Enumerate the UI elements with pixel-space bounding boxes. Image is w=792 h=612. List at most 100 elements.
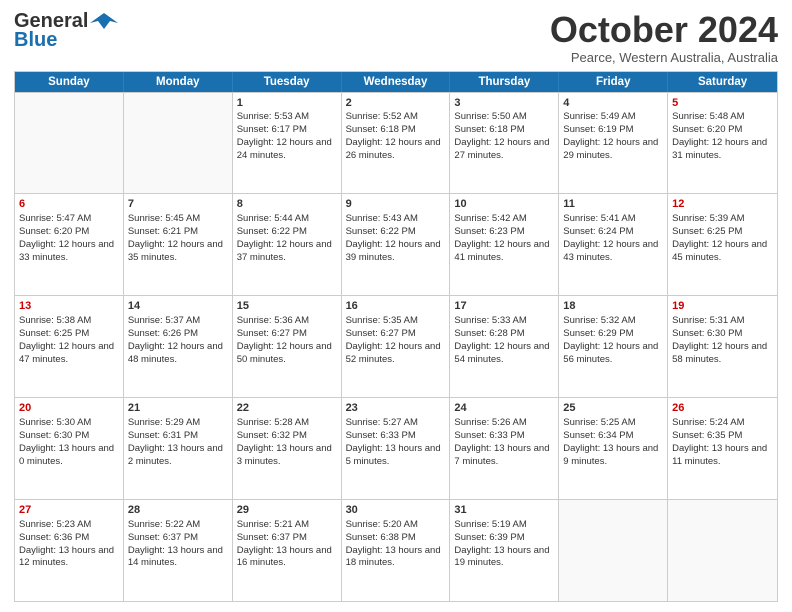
calendar-cell: 16Sunrise: 5:35 AMSunset: 6:27 PMDayligh… [342, 296, 451, 397]
day-info: Sunset: 6:29 PM [563, 328, 663, 341]
calendar-cell: 12Sunrise: 5:39 AMSunset: 6:25 PMDayligh… [668, 194, 777, 295]
calendar-cell: 13Sunrise: 5:38 AMSunset: 6:25 PMDayligh… [15, 296, 124, 397]
day-info: Daylight: 12 hours and 41 minutes. [454, 239, 554, 265]
day-info: Sunset: 6:36 PM [19, 532, 119, 545]
day-info: Sunset: 6:35 PM [672, 430, 773, 443]
day-number: 7 [128, 197, 228, 212]
day-info: Daylight: 12 hours and 45 minutes. [672, 239, 773, 265]
day-info: Daylight: 12 hours and 56 minutes. [563, 341, 663, 367]
day-info: Daylight: 12 hours and 58 minutes. [672, 341, 773, 367]
day-number: 13 [19, 299, 119, 314]
day-info: Sunset: 6:30 PM [672, 328, 773, 341]
day-number: 21 [128, 401, 228, 416]
day-number: 24 [454, 401, 554, 416]
calendar-week-4: 20Sunrise: 5:30 AMSunset: 6:30 PMDayligh… [15, 397, 777, 499]
day-info: Sunrise: 5:26 AM [454, 417, 554, 430]
day-info: Sunset: 6:25 PM [672, 226, 773, 239]
calendar-body: 1Sunrise: 5:53 AMSunset: 6:17 PMDaylight… [15, 92, 777, 601]
day-info: Sunrise: 5:45 AM [128, 213, 228, 226]
day-info: Daylight: 12 hours and 43 minutes. [563, 239, 663, 265]
day-info: Daylight: 13 hours and 7 minutes. [454, 443, 554, 469]
calendar-cell: 11Sunrise: 5:41 AMSunset: 6:24 PMDayligh… [559, 194, 668, 295]
day-info: Sunrise: 5:19 AM [454, 519, 554, 532]
day-number: 28 [128, 503, 228, 518]
day-info: Daylight: 13 hours and 0 minutes. [19, 443, 119, 469]
day-info: Daylight: 12 hours and 37 minutes. [237, 239, 337, 265]
day-info: Sunset: 6:19 PM [563, 124, 663, 137]
calendar-cell [559, 500, 668, 601]
day-info: Daylight: 12 hours and 31 minutes. [672, 137, 773, 163]
day-info: Daylight: 12 hours and 33 minutes. [19, 239, 119, 265]
calendar-cell: 26Sunrise: 5:24 AMSunset: 6:35 PMDayligh… [668, 398, 777, 499]
day-info: Sunrise: 5:29 AM [128, 417, 228, 430]
day-info: Sunrise: 5:52 AM [346, 111, 446, 124]
calendar-cell: 1Sunrise: 5:53 AMSunset: 6:17 PMDaylight… [233, 93, 342, 194]
calendar-cell: 24Sunrise: 5:26 AMSunset: 6:33 PMDayligh… [450, 398, 559, 499]
header: General Blue October 2024 Pearce, Wester… [14, 10, 778, 65]
month-title: October 2024 [550, 10, 778, 50]
day-number: 5 [672, 96, 773, 111]
day-info: Daylight: 13 hours and 2 minutes. [128, 443, 228, 469]
title-block: October 2024 Pearce, Western Australia, … [550, 10, 778, 65]
day-number: 20 [19, 401, 119, 416]
day-number: 4 [563, 96, 663, 111]
day-info: Daylight: 12 hours and 50 minutes. [237, 341, 337, 367]
day-info: Sunrise: 5:24 AM [672, 417, 773, 430]
day-info: Sunrise: 5:36 AM [237, 315, 337, 328]
calendar-header-wednesday: Wednesday [342, 72, 451, 92]
day-number: 19 [672, 299, 773, 314]
day-info: Sunset: 6:26 PM [128, 328, 228, 341]
calendar-cell: 5Sunrise: 5:48 AMSunset: 6:20 PMDaylight… [668, 93, 777, 194]
day-number: 12 [672, 197, 773, 212]
calendar-cell: 28Sunrise: 5:22 AMSunset: 6:37 PMDayligh… [124, 500, 233, 601]
calendar-header-tuesday: Tuesday [233, 72, 342, 92]
day-info: Daylight: 12 hours and 47 minutes. [19, 341, 119, 367]
day-info: Daylight: 13 hours and 16 minutes. [237, 545, 337, 571]
day-number: 30 [346, 503, 446, 518]
calendar-cell [124, 93, 233, 194]
calendar-cell: 23Sunrise: 5:27 AMSunset: 6:33 PMDayligh… [342, 398, 451, 499]
calendar-cell: 18Sunrise: 5:32 AMSunset: 6:29 PMDayligh… [559, 296, 668, 397]
calendar-cell: 14Sunrise: 5:37 AMSunset: 6:26 PMDayligh… [124, 296, 233, 397]
calendar-cell [668, 500, 777, 601]
calendar-cell: 21Sunrise: 5:29 AMSunset: 6:31 PMDayligh… [124, 398, 233, 499]
logo-bird-icon [90, 11, 118, 33]
day-number: 8 [237, 197, 337, 212]
day-info: Sunrise: 5:35 AM [346, 315, 446, 328]
day-number: 17 [454, 299, 554, 314]
day-info: Sunrise: 5:28 AM [237, 417, 337, 430]
day-number: 2 [346, 96, 446, 111]
day-number: 26 [672, 401, 773, 416]
day-info: Sunset: 6:27 PM [346, 328, 446, 341]
day-info: Sunset: 6:20 PM [672, 124, 773, 137]
calendar-cell: 9Sunrise: 5:43 AMSunset: 6:22 PMDaylight… [342, 194, 451, 295]
day-info: Daylight: 13 hours and 11 minutes. [672, 443, 773, 469]
day-info: Sunset: 6:38 PM [346, 532, 446, 545]
day-number: 14 [128, 299, 228, 314]
day-info: Daylight: 13 hours and 5 minutes. [346, 443, 446, 469]
calendar-cell: 2Sunrise: 5:52 AMSunset: 6:18 PMDaylight… [342, 93, 451, 194]
day-number: 11 [563, 197, 663, 212]
calendar-cell [15, 93, 124, 194]
day-info: Sunrise: 5:23 AM [19, 519, 119, 532]
day-number: 18 [563, 299, 663, 314]
calendar-header-friday: Friday [559, 72, 668, 92]
day-number: 10 [454, 197, 554, 212]
day-info: Sunrise: 5:47 AM [19, 213, 119, 226]
day-info: Sunset: 6:27 PM [237, 328, 337, 341]
day-number: 25 [563, 401, 663, 416]
day-info: Sunrise: 5:39 AM [672, 213, 773, 226]
calendar-header-sunday: Sunday [15, 72, 124, 92]
day-info: Sunrise: 5:33 AM [454, 315, 554, 328]
day-info: Daylight: 13 hours and 9 minutes. [563, 443, 663, 469]
day-info: Sunset: 6:17 PM [237, 124, 337, 137]
day-info: Sunset: 6:28 PM [454, 328, 554, 341]
day-info: Sunset: 6:39 PM [454, 532, 554, 545]
day-number: 31 [454, 503, 554, 518]
day-number: 16 [346, 299, 446, 314]
day-number: 9 [346, 197, 446, 212]
calendar-cell: 7Sunrise: 5:45 AMSunset: 6:21 PMDaylight… [124, 194, 233, 295]
day-info: Daylight: 12 hours and 52 minutes. [346, 341, 446, 367]
calendar-cell: 3Sunrise: 5:50 AMSunset: 6:18 PMDaylight… [450, 93, 559, 194]
page: General Blue October 2024 Pearce, Wester… [0, 0, 792, 612]
